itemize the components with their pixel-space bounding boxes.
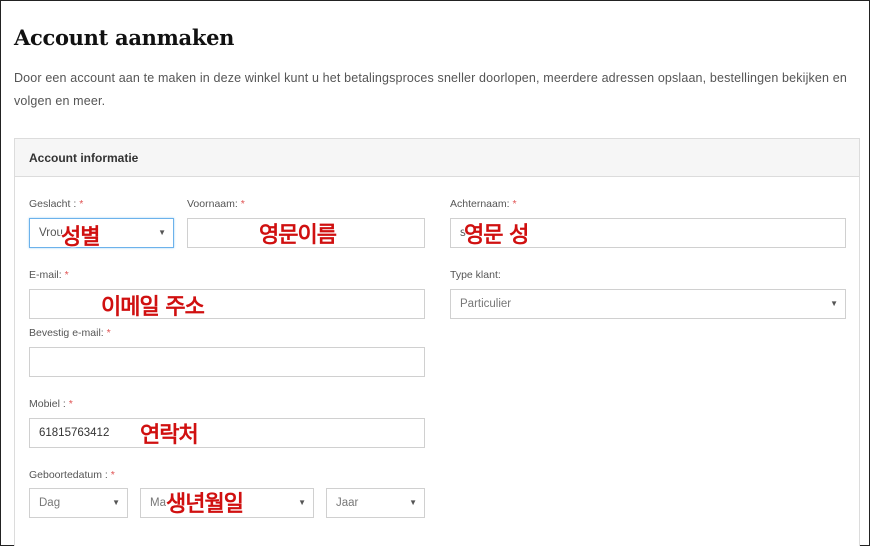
page-title: Account aanmaken [14,25,235,50]
gender-select[interactable]: Vrou ▼ [29,218,174,248]
birth-month-select[interactable]: Ma ▼ [140,488,314,518]
birth-year-select[interactable]: Jaar ▼ [326,488,425,518]
email-input[interactable] [29,289,425,319]
chevron-down-icon: ▼ [158,228,166,237]
confirm-email-input[interactable] [29,347,425,377]
required-mark: * [68,398,73,410]
page-intro: Door een account aan te maken in deze wi… [14,71,847,108]
required-mark: * [110,469,115,481]
first-name-label: Voornaam: * [187,198,245,210]
required-mark: * [64,269,69,281]
account-info-panel: Account informatie [14,138,860,546]
first-name-input[interactable] [187,218,425,248]
mobile-label: Mobiel : * [29,398,73,410]
required-mark: * [512,198,517,210]
mobile-input[interactable]: 61815763412 [29,418,425,448]
gender-label: Geslacht : * [29,198,84,210]
section-title: Account informatie [15,139,859,177]
customer-type-label: Type klant: [450,269,501,281]
chevron-down-icon: ▼ [298,498,306,507]
last-name-input[interactable]: s [450,218,846,248]
required-mark: * [79,198,84,210]
last-name-label: Achternaam: * [450,198,517,210]
required-mark: * [106,327,111,339]
email-label: E-mail: * [29,269,69,281]
chevron-down-icon: ▼ [830,299,838,308]
customer-type-select[interactable]: Particulier ▼ [450,289,846,319]
chevron-down-icon: ▼ [409,498,417,507]
required-mark: * [240,198,245,210]
birthdate-label: Geboortedatum : * [29,469,115,481]
confirm-email-label: Bevestig e-mail: * [29,327,111,339]
chevron-down-icon: ▼ [112,498,120,507]
birth-day-select[interactable]: Dag ▼ [29,488,128,518]
